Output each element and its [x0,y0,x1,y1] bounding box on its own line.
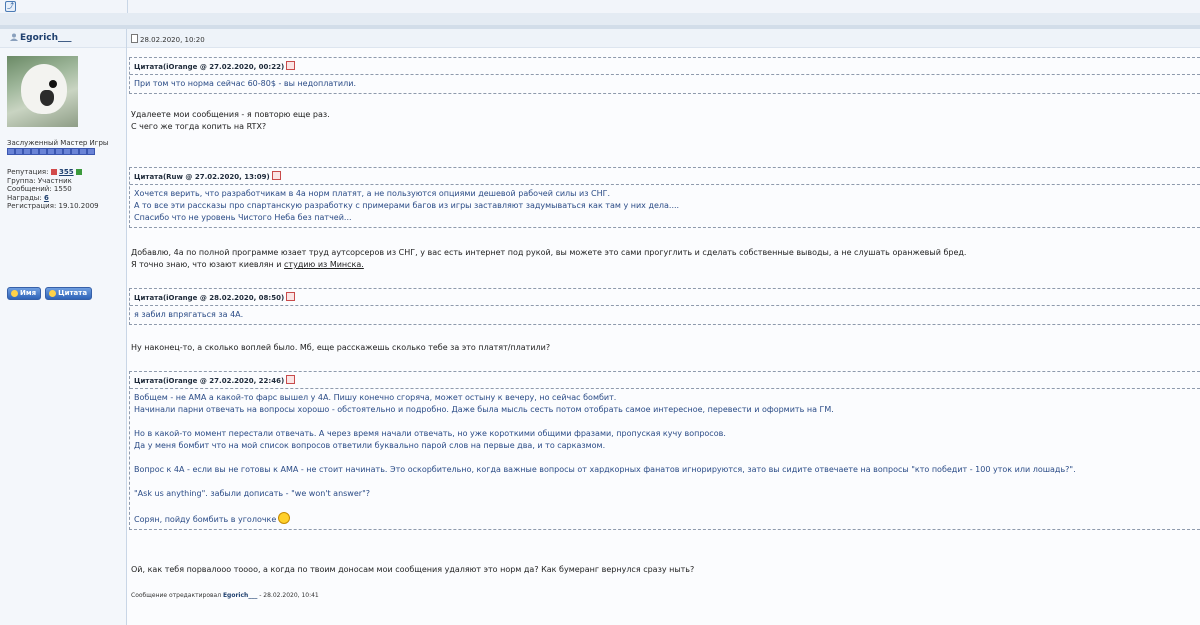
quote-plus-icon[interactable] [271,171,281,180]
quote-button[interactable]: Цитата [45,287,93,300]
post-text-1: Удалеете мои сообщения - я повторю еще р… [131,110,330,131]
username-row: Egorich___ [0,29,126,48]
quote-block-1: Цитата(iOrange @ 27.02.2020, 00:22) При … [129,57,1200,94]
users-icon [11,290,18,297]
rank-pip [15,148,23,155]
quote-block-4: Цитата(iOrange @ 27.02.2020, 22:46) Вобщ… [129,371,1200,530]
quote-body: я забил впрягаться за 4А. [134,310,244,319]
user-rank: Заслуженный Мастер Игры [7,139,109,147]
quote-plus-icon[interactable] [286,292,296,301]
post-text-4: Ой, как тебя порвалооо тоооо, а когда по… [131,565,695,574]
avatar-parrot-beak [40,90,54,106]
quote-header: Цитата(iOrange @ 27.02.2020, 22:46) [130,372,1200,389]
rank-pips [7,148,95,155]
rank-pip [47,148,55,155]
quote-block-3: Цитата(iOrange @ 28.02.2020, 08:50) я за… [129,288,1200,325]
post-meta-row: 28.02.2020, 10:20 [127,29,1200,48]
sad-smiley-icon [278,512,291,524]
quote-header: Цитата(Ruw @ 27.02.2020, 13:09) [130,168,1200,185]
rank-pip [87,148,95,155]
top-bar: ⤴ [0,0,1200,14]
reputation-value[interactable]: 355 [59,168,74,176]
quote-plus-icon[interactable] [286,375,296,384]
username[interactable]: Egorich___ [10,33,72,43]
registered-line: Регистрация: 19.10.2009 [7,202,99,211]
quote-header: Цитата(iOrange @ 27.02.2020, 00:22) [130,58,1200,75]
user-sidebar: Egorich___ Заслуженный Мастер Игры Репут… [0,29,127,625]
user-stats: Репутация: 355 Группа: Участник Сообщени… [7,168,99,211]
board-icon[interactable]: ⤴ [5,1,16,12]
edited-note: Сообщение отредактировал Egorich___ - 28… [131,592,319,599]
edited-author[interactable]: Egorich___ [223,592,257,599]
quote-plus-icon[interactable] [286,61,296,70]
name-button[interactable]: Имя [7,287,42,300]
post-date: 28.02.2020, 10:20 [131,34,205,44]
awards-line: Награды: 6 [7,193,49,202]
header-band [0,13,1200,25]
quote-body: Хочется верить, что разработчикам в 4а н… [134,189,680,222]
rank-pip [31,148,39,155]
quote-body: Вобщем - не АМА а какой-то фарс вышел у … [134,393,1076,524]
top-bar-left-cell: ⤴ [0,0,128,13]
rank-pip [7,148,15,155]
quote-block-2: Цитата(Ruw @ 27.02.2020, 13:09) Хочется … [129,167,1200,228]
rank-pip [71,148,79,155]
post-text-2: Добавлю, 4а по полной программе юзает тр… [131,248,967,269]
avatar-parrot-eye [49,80,57,88]
rank-pip [79,148,87,155]
quote-body: При том что норма сейчас 60-80$ - вы нед… [134,79,356,88]
user-buttons: Имя Цитата [7,287,93,300]
rank-pip [63,148,71,155]
quote-icon [49,290,57,297]
reputation-plus-icon[interactable] [75,169,82,175]
rank-pip [23,148,31,155]
post-main: 28.02.2020, 10:20 Цитата(iOrange @ 27.02… [127,29,1200,625]
user-icon [10,33,18,41]
messages-line: Сообщений: 1550 [7,185,72,194]
reputation-line: Репутация: 355 [7,168,99,177]
rank-pip [55,148,63,155]
reputation-minus-icon[interactable] [50,169,57,175]
minsk-studio-link[interactable]: студию из Минска. [284,260,364,269]
document-icon [131,34,138,43]
quote-header: Цитата(iOrange @ 28.02.2020, 08:50) [130,289,1200,306]
group-line: Группа: Участник [7,176,72,185]
post-text-3: Ну наконец-то, а сколько воплей было. Мб… [131,343,551,352]
rank-pip [39,148,47,155]
avatar-parrot-head [21,64,67,114]
avatar [7,56,78,127]
awards-value[interactable]: 6 [44,194,49,202]
